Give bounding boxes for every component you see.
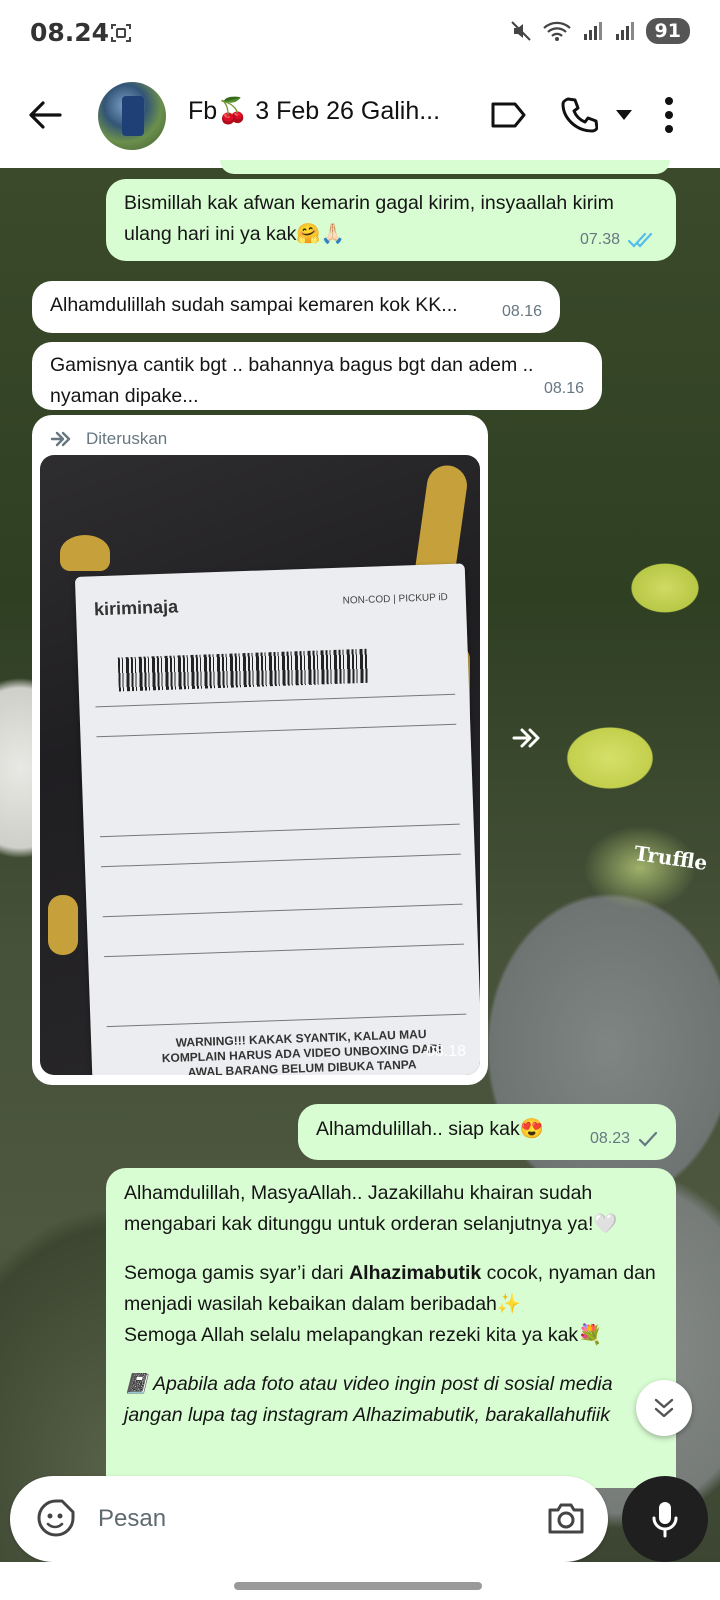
message-paragraph: Semoga gamis syar’i dari Alhazimabutik c…	[124, 1262, 656, 1315]
phone-icon[interactable]	[560, 96, 598, 134]
message-paragraph: Alhamdulillah, MasyaAllah.. Jazakillahu …	[124, 1182, 618, 1235]
shipping-label-photo[interactable]: kiriminaja NON-COD | PICKUP iD WARNING!!…	[40, 455, 480, 1075]
message-incoming[interactable]: Gamisnya cantik bgt .. bahannya bagus bg…	[32, 342, 602, 410]
label-header: NON-COD | PICKUP iD	[342, 591, 449, 607]
message-forwarded-photo[interactable]: Diteruskan kiriminaja NON-COD | PICKUP i…	[32, 415, 488, 1085]
message-meta: 08.16	[544, 373, 584, 404]
forwarded-icon	[50, 431, 71, 446]
more-options-icon[interactable]	[664, 96, 674, 134]
message-time: 08.18	[425, 1043, 466, 1060]
message-meta: 08.16	[502, 296, 542, 327]
home-gesture-pill[interactable]	[234, 1582, 482, 1590]
message-text: Gamisnya cantik bgt .. bahannya bagus bg…	[50, 354, 534, 407]
barcode	[117, 648, 369, 692]
forwarded-label: Diteruskan	[86, 429, 168, 448]
message-time: 08.23	[589, 1130, 630, 1147]
chat-header: Fb🍒 3 Feb 26 Galih...	[0, 66, 720, 168]
wallpaper-text: Truffle	[632, 840, 709, 876]
message-outgoing[interactable]: Bismillah kak afwan kemarin gagal kirim,…	[106, 179, 676, 261]
read-receipt-icon	[628, 232, 653, 248]
shipping-label: kiriminaja NON-COD | PICKUP iD WARNING!!…	[74, 563, 480, 1075]
forwarded-indicator: Diteruskan	[50, 423, 167, 454]
message-meta: 07.38	[580, 224, 658, 255]
double-chevron-down-icon	[654, 1398, 674, 1418]
previous-message-edge	[220, 160, 670, 174]
contact-avatar[interactable]	[98, 82, 166, 150]
message-time: 08.16	[501, 303, 542, 320]
message-time: 07.38	[579, 231, 620, 248]
label-warning: WARNING!!! KAKAK SYANTIK, KALAU MAU KOMP…	[161, 1026, 442, 1075]
signal-icon-2	[615, 22, 634, 40]
message-text: Alhamdulillah.. siap kak😍	[316, 1118, 545, 1140]
screenshot-icon	[111, 24, 131, 42]
scroll-to-bottom-button[interactable]	[636, 1380, 692, 1436]
wifi-icon	[542, 21, 571, 41]
message-composer	[10, 1476, 608, 1562]
message-text: Alhamdulillah sudah sampai kemaren kok K…	[50, 294, 458, 316]
chat-title[interactable]: Fb🍒 3 Feb 26 Galih...	[188, 97, 440, 126]
message-input[interactable]	[98, 1494, 518, 1544]
status-time: 08.24	[30, 18, 110, 47]
message-incoming[interactable]: Alhamdulillah sudah sampai kemaren kok K…	[32, 281, 560, 333]
status-bar: 08.24 91	[0, 0, 720, 66]
call-dropdown-icon[interactable]	[616, 110, 632, 120]
system-nav-bar	[0, 1562, 720, 1600]
battery-indicator: 91	[645, 18, 690, 44]
back-arrow-icon[interactable]	[26, 96, 64, 134]
message-paragraph: Semoga Allah selalu melapangkan rezeki k…	[124, 1324, 603, 1346]
label-brand: kiriminaja	[93, 596, 179, 620]
camera-icon[interactable]	[546, 1500, 586, 1536]
message-outgoing[interactable]: Alhamdulillah.. siap kak😍 08.23	[298, 1104, 676, 1160]
sent-tick-icon	[638, 1131, 658, 1147]
message-paragraph: 📓 Apabila ada foto atau video ingin post…	[124, 1373, 613, 1426]
bold-shop-name: Alhazimabutik	[349, 1262, 482, 1284]
label-icon[interactable]	[490, 100, 526, 130]
signal-icon	[583, 22, 602, 40]
message-text: Bismillah kak afwan kemarin gagal kirim,…	[124, 192, 614, 245]
message-meta: 08.23	[590, 1123, 658, 1154]
message-time: 08.16	[543, 380, 584, 397]
microphone-icon	[652, 1502, 678, 1538]
forward-message-icon[interactable]	[512, 726, 552, 750]
sticker-icon[interactable]	[36, 1498, 76, 1538]
voice-message-button[interactable]	[622, 1476, 708, 1562]
message-outgoing[interactable]: Alhamdulillah, MasyaAllah.. Jazakillahu …	[106, 1168, 676, 1488]
mute-icon	[510, 21, 531, 41]
